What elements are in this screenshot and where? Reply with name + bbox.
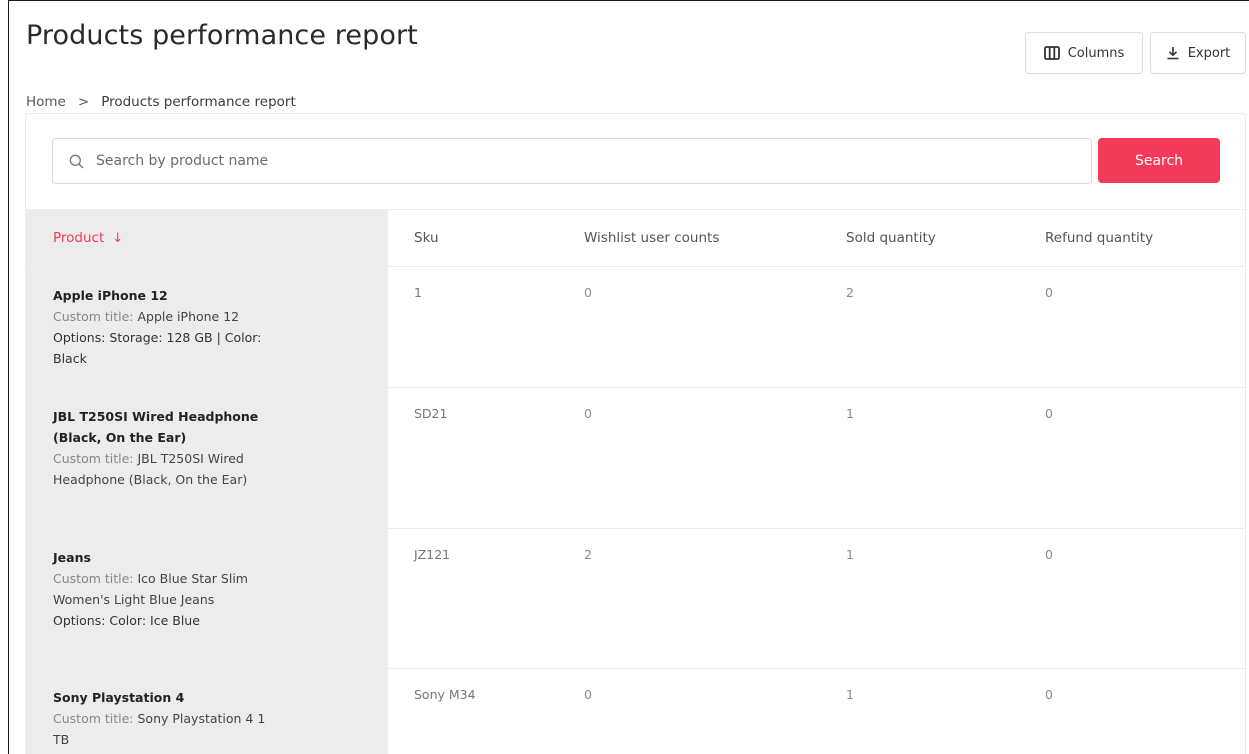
product-name: Jeans [53,550,91,565]
product-custom-title: Custom title: Sony Playstation 4 1 TB [53,708,283,750]
product-cell: JBL T250SI Wired Headphone (Black, On th… [26,388,388,528]
column-header-wishlist[interactable]: Wishlist user counts [584,210,719,266]
custom-title-value: Apple iPhone 12 [137,309,240,324]
column-header-product-label: Product [53,230,105,246]
refund-cell: 0 [1045,406,1053,421]
breadcrumb-current: Products performance report [101,94,296,110]
export-button-label: Export [1187,45,1231,61]
product-cell: Sony Playstation 4 Custom title: Sony Pl… [26,669,388,754]
search-box [52,138,1092,184]
product-custom-title: Custom title: Ico Blue Star Slim Women's… [53,568,283,610]
product-cell: Apple iPhone 12 Custom title: Apple iPho… [26,267,388,387]
wishlist-cell: 0 [584,687,592,702]
refund-cell: 0 [1045,687,1053,702]
wishlist-cell: 2 [584,547,592,562]
sort-arrow-icon: ↓ [112,230,124,246]
search-input[interactable] [96,153,996,169]
breadcrumb-separator: > [77,94,90,110]
download-icon [1167,47,1179,60]
custom-title-label: Custom title: [53,451,134,466]
product-name: Sony Playstation 4 [53,690,185,705]
product-name: JBL T250SI Wired Headphone (Black, On th… [53,409,259,445]
table-row: JBL T250SI Wired Headphone (Black, On th… [26,388,1246,529]
search-button[interactable]: Search [1098,138,1220,183]
sku-cell: JZ121 [414,547,451,562]
page-title: Products performance report [26,20,418,51]
report-card: Search Product ↓ Sku Wishlist user count… [25,113,1246,754]
sold-cell: 1 [846,687,854,702]
product-options: Options: Storage: 128 GB | Color: Black [53,330,262,366]
column-header-product[interactable]: Product ↓ [26,210,388,266]
custom-title-label: Custom title: [53,309,134,324]
product-custom-title: Custom title: JBL T250SI Wired Headphone… [53,448,283,490]
sold-cell: 1 [846,547,854,562]
columns-button[interactable]: Columns [1025,32,1143,74]
wishlist-cell: 0 [584,406,592,421]
table-header: Product ↓ Sku Wishlist user counts Sold … [26,209,1246,267]
table-row: Jeans Custom title: Ico Blue Star Slim W… [26,529,1246,669]
export-button[interactable]: Export [1150,32,1246,74]
sku-cell: 1 [414,285,422,300]
wishlist-cell: 0 [584,285,592,300]
custom-title-label: Custom title: [53,711,134,726]
products-table: Product ↓ Sku Wishlist user counts Sold … [26,209,1246,754]
sku-cell: Sony M34 [414,687,476,702]
product-cell: Jeans Custom title: Ico Blue Star Slim W… [26,529,388,668]
sku-cell: SD21 [414,406,448,421]
sold-cell: 2 [846,285,854,300]
table-row: Apple iPhone 12 Custom title: Apple iPho… [26,267,1246,388]
breadcrumb: Home > Products performance report [26,94,296,110]
column-header-refund[interactable]: Refund quantity [1045,210,1153,266]
search-icon [69,154,84,168]
breadcrumb-home[interactable]: Home [26,94,66,110]
columns-icon [1043,46,1060,60]
refund-cell: 0 [1045,285,1053,300]
columns-button-label: Columns [1067,45,1125,61]
column-header-sold[interactable]: Sold quantity [846,210,936,266]
sold-cell: 1 [846,406,854,421]
custom-title-label: Custom title: [53,571,134,586]
product-custom-title: Custom title: Apple iPhone 12 [53,306,283,327]
product-name: Apple iPhone 12 [53,288,168,303]
refund-cell: 0 [1045,547,1053,562]
product-options: Options: Color: Ice Blue [53,613,200,628]
table-row: Sony Playstation 4 Custom title: Sony Pl… [26,669,1246,754]
column-header-sku[interactable]: Sku [414,210,439,266]
